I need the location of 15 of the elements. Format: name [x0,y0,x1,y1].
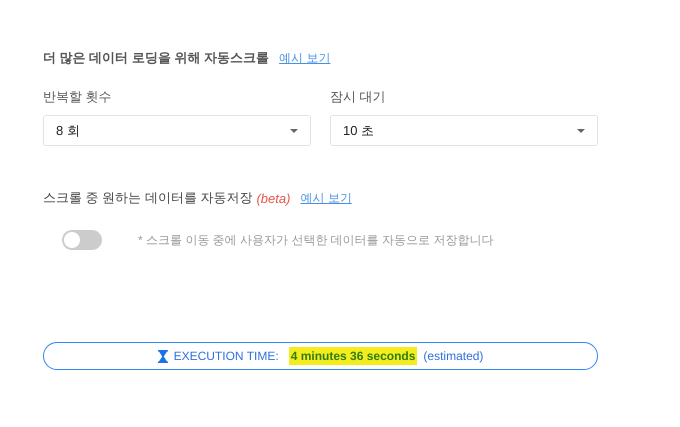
beta-label: (beta) [256,190,290,206]
select-field[interactable]: 8 회 [43,115,311,146]
hourglass-icon [158,350,168,362]
section-title: 스크롤 중 원하는 데이터를 자동저장 [43,189,252,207]
execution-value: 4 minutes 36 seconds [288,347,418,365]
select-field[interactable]: 10 초 [330,115,598,146]
field-label: 잠시 대기 [330,88,387,106]
section-title: 더 많은 데이터 로딩을 위해 자동스크롤 [43,49,270,67]
toggle-switch[interactable] [62,230,102,250]
caret-icon [577,128,585,132]
caret-icon [290,128,298,132]
field-label: 반복할 횟수 [43,88,113,106]
estimated-note: (estimated) [423,349,484,363]
execution-label: EXECUTION TIME: [174,349,279,363]
description-text: * 스크롤 이동 중에 사용자가 선택한 데이터를 자동으로 저장합니다 [138,232,494,248]
